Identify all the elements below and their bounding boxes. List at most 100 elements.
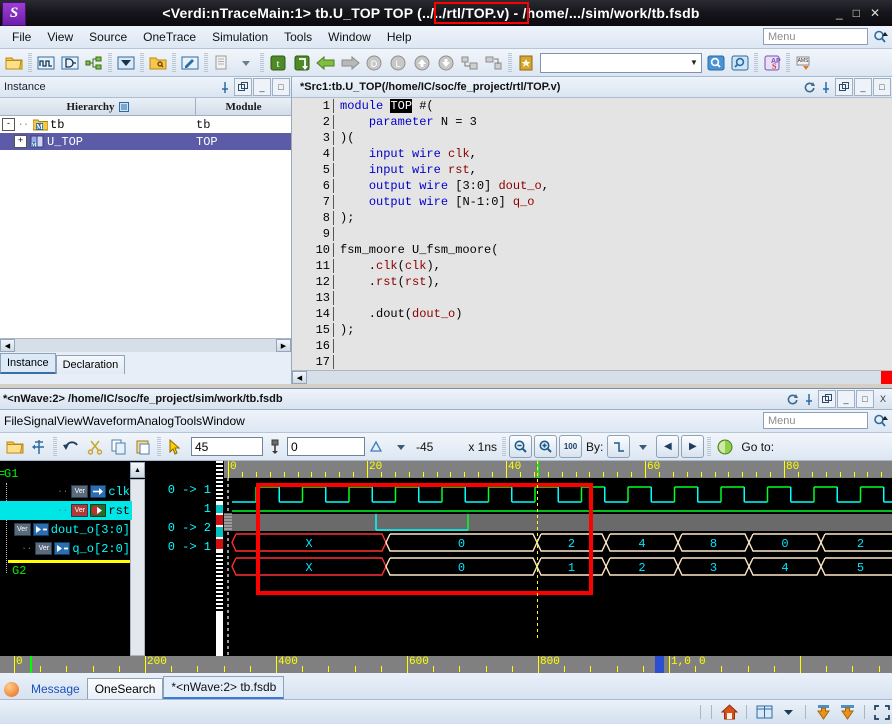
group-label-g2[interactable]: G2 — [12, 564, 26, 578]
nwave-minimize-button[interactable]: _ — [837, 390, 855, 408]
signal-row-q-o[interactable]: ·· Ver q_o[2:0] — [0, 539, 132, 558]
delta-icon[interactable] — [366, 436, 388, 458]
find-icon[interactable] — [705, 52, 727, 74]
bookmark-icon[interactable] — [515, 52, 537, 74]
nwave-menu-search-icon[interactable] — [870, 412, 890, 430]
fullscreen-icon[interactable] — [872, 703, 892, 721]
forward-trace-icon[interactable] — [291, 52, 313, 74]
nw-menu-waveform[interactable]: Waveform — [83, 414, 137, 428]
time-value-input[interactable]: 45 — [191, 437, 263, 456]
source-hscrollbar[interactable]: ◀ — [292, 370, 892, 384]
undock-button[interactable] — [835, 78, 853, 96]
signal-row-rst[interactable]: ·· Ver rst — [0, 501, 132, 520]
maximize-pane-button[interactable]: □ — [873, 78, 891, 96]
expand-tree-icon[interactable] — [459, 52, 481, 74]
collapse-tree-icon[interactable] — [483, 52, 505, 74]
tab-message[interactable]: Message — [24, 679, 87, 699]
download-icon[interactable] — [813, 703, 833, 721]
nw-menu-file[interactable]: File — [4, 414, 23, 428]
signal-row-clk[interactable]: ·· Ver clk — [0, 482, 132, 501]
refresh-icon[interactable] — [784, 391, 800, 407]
tab-onesearch[interactable]: OneSearch — [87, 678, 164, 699]
source-code-view[interactable]: 1module TOP #(2 parameter N = 33)(4 inpu… — [292, 98, 892, 370]
prev-edge-button[interactable]: ◀ — [656, 435, 679, 458]
waveform-canvas[interactable]: 020406080 X024802X012345 — [224, 461, 892, 656]
instance-hscrollbar[interactable]: ◀ ▶ — [0, 338, 291, 352]
delta-dropdown-icon[interactable] — [390, 436, 412, 458]
maximize-button[interactable]: □ — [853, 6, 860, 20]
edge-dropdown-icon[interactable] — [632, 436, 654, 458]
tree-row-u-top[interactable]: + M U_TOP TOP — [0, 133, 291, 150]
aps-icon[interactable]: APSS — [761, 52, 783, 74]
schematic-icon[interactable] — [59, 52, 81, 74]
dropdown-arrow-icon[interactable] — [235, 52, 257, 74]
module-column-header[interactable]: Module — [196, 98, 291, 115]
hierarchy-tree-icon[interactable] — [83, 52, 105, 74]
scroll-left-button[interactable]: ◀ — [292, 371, 307, 384]
close-button[interactable]: ✕ — [870, 6, 880, 20]
flow-icon[interactable] — [115, 52, 137, 74]
time-cursor[interactable] — [537, 461, 538, 639]
driver-icon[interactable]: D — [363, 52, 385, 74]
load-icon[interactable]: L — [387, 52, 409, 74]
collapse-expander-tb[interactable]: - — [2, 118, 15, 131]
down-arrow-icon[interactable] — [435, 52, 457, 74]
scroll-up-button[interactable]: ▲ — [130, 462, 145, 478]
cursor-icon[interactable] — [164, 436, 186, 458]
menu-onetrace[interactable]: OneTrace — [135, 28, 204, 46]
download-all-icon[interactable] — [837, 703, 857, 721]
report-icon[interactable] — [211, 52, 233, 74]
open-design-icon[interactable] — [147, 52, 169, 74]
dropdown-arrow-icon[interactable] — [778, 703, 798, 721]
search-combo-input[interactable]: ▼ — [540, 53, 702, 73]
open-folder-icon[interactable] — [3, 52, 25, 74]
undo-icon[interactable] — [60, 436, 82, 458]
menu-window[interactable]: Window — [320, 28, 379, 46]
menu-source[interactable]: Source — [81, 28, 135, 46]
scroll-thumb[interactable] — [130, 479, 145, 656]
next-edge-button[interactable]: ▶ — [681, 435, 704, 458]
menu-view[interactable]: View — [39, 28, 81, 46]
menu-search-input[interactable]: Menu — [763, 28, 868, 45]
zoom-out-button[interactable] — [509, 435, 532, 458]
home-icon[interactable] — [719, 703, 739, 721]
cut-icon[interactable] — [84, 436, 106, 458]
pin-icon[interactable] — [818, 79, 834, 95]
open-icon[interactable] — [4, 436, 26, 458]
marker-value-input[interactable]: 0 — [287, 437, 365, 456]
tab-instance[interactable]: Instance — [0, 353, 56, 374]
up-arrow-icon[interactable] — [411, 52, 433, 74]
combo-arrow-icon[interactable]: ▼ — [687, 55, 701, 71]
nw-menu-signal[interactable]: Signal — [23, 414, 56, 428]
undock-button[interactable] — [818, 390, 836, 408]
pin-icon[interactable] — [801, 391, 817, 407]
minimize-pane-button[interactable]: _ — [253, 78, 271, 96]
edge-select-button[interactable] — [607, 435, 630, 458]
back-trace-icon[interactable]: t — [267, 52, 289, 74]
zoom-in-button[interactable] — [534, 435, 557, 458]
nwave-close-button[interactable]: X — [875, 391, 891, 407]
menu-file[interactable]: File — [4, 28, 39, 46]
pin-icon[interactable] — [217, 79, 233, 95]
minimize-button[interactable]: _ — [836, 6, 843, 20]
signal-pane-vscrollbar[interactable]: ▲ — [130, 461, 145, 656]
scroll-right-button[interactable]: ▶ — [276, 339, 291, 352]
expand-expander-u-top[interactable]: + — [14, 135, 27, 148]
undock-button[interactable] — [234, 78, 252, 96]
menu-simulation[interactable]: Simulation — [204, 28, 276, 46]
copy-icon[interactable] — [108, 436, 130, 458]
signal-name-pane[interactable]: G1 = ·· Ver clk ·· Ver rst — [0, 461, 130, 656]
time-ruler[interactable]: 020406080 — [224, 461, 892, 478]
scroll-left-button[interactable]: ◀ — [0, 339, 15, 352]
signal-row-dout-o[interactable]: Ver dout_o[3:0] — [0, 520, 132, 539]
menu-search-icon[interactable] — [870, 28, 890, 46]
nwave-menu-search-input[interactable]: Menu — [763, 412, 868, 429]
nw-menu-analog[interactable]: Analog — [137, 414, 174, 428]
refresh-icon[interactable] — [801, 79, 817, 95]
marker-icon[interactable] — [264, 436, 286, 458]
waveform-minimap[interactable] — [215, 461, 224, 656]
nw-menu-window[interactable]: Window — [202, 414, 245, 428]
tree-row-tb[interactable]: - ·· M tb tb — [0, 116, 291, 133]
minimize-pane-button[interactable]: _ — [854, 78, 872, 96]
maximize-pane-button[interactable]: □ — [272, 78, 290, 96]
